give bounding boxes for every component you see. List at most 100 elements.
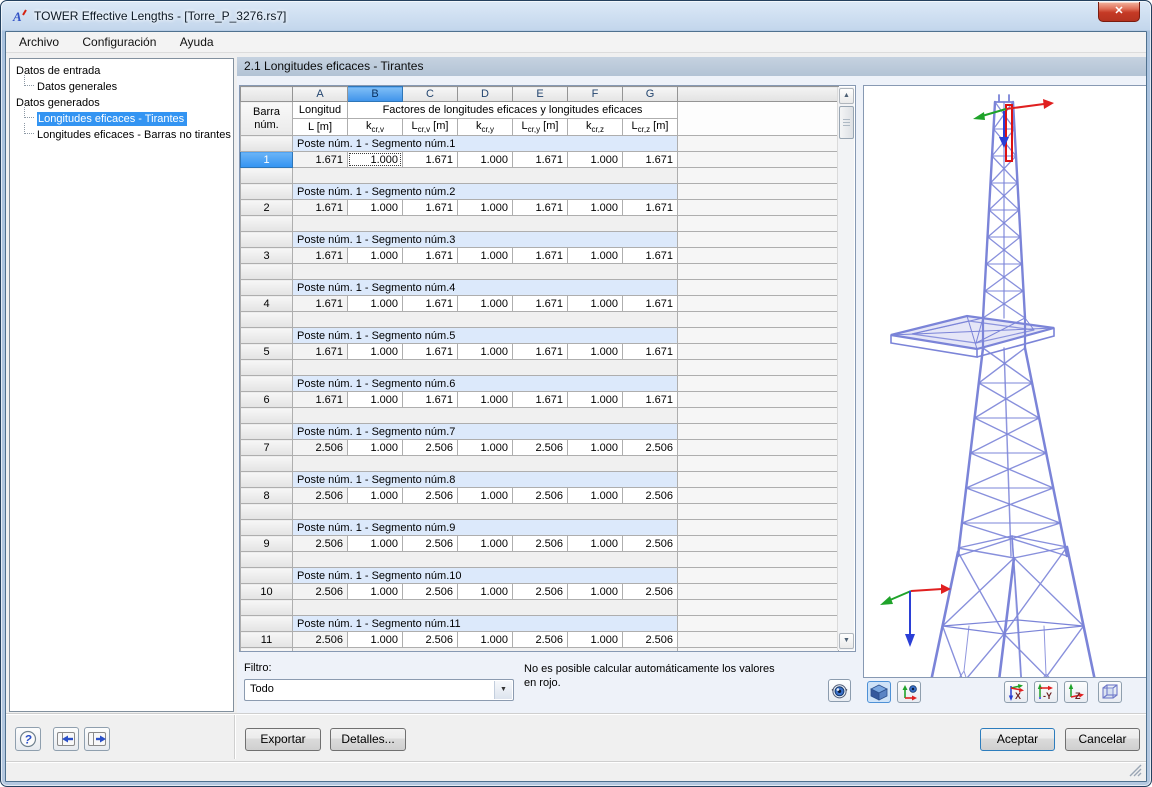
row-number[interactable]: 5 — [241, 344, 293, 360]
cell-Lcrz[interactable]: 1.671 — [623, 152, 678, 168]
dropdown-arrow-icon[interactable]: ▼ — [494, 681, 512, 699]
cell-kcrv[interactable]: 1.000 — [348, 344, 403, 360]
cell-Lcry[interactable]: 1.671 — [513, 200, 568, 216]
axes-display-button[interactable] — [897, 681, 921, 703]
previous-dialog-button[interactable] — [53, 727, 79, 751]
title-bar[interactable]: A TOWER Effective Lengths - [Torre_P_327… — [1, 1, 1151, 31]
cell-Lcry[interactable]: 2.506 — [513, 632, 568, 648]
cell-Lcrv[interactable]: 1.671 — [403, 344, 458, 360]
view-minus-y-button[interactable]: -Y — [1034, 681, 1058, 703]
cell-kcrz[interactable]: 1.000 — [568, 392, 623, 408]
column-letter-header[interactable]: F — [568, 87, 623, 102]
scroll-down-button[interactable]: ▼ — [839, 633, 854, 649]
cell-Lcrv[interactable]: 2.506 — [403, 632, 458, 648]
column-letter-header[interactable]: D — [458, 87, 513, 102]
row-number[interactable]: 10 — [241, 584, 293, 600]
cell-Lcrv[interactable]: 1.671 — [403, 392, 458, 408]
cell-kcrz[interactable]: 1.000 — [568, 152, 623, 168]
help-button[interactable]: ? — [15, 727, 41, 751]
row-header-cell[interactable] — [241, 616, 293, 632]
cell-Lcry[interactable]: 1.671 — [513, 392, 568, 408]
cell-Lcrz[interactable]: 2.506 — [623, 632, 678, 648]
cell-kcrz[interactable]: 1.000 — [568, 344, 623, 360]
view-colors-button[interactable] — [828, 679, 851, 702]
cell-Lcry[interactable]: 2.506 — [513, 488, 568, 504]
cell-kcrz[interactable]: 1.000 — [568, 296, 623, 312]
cell-Lcry[interactable]: 1.671 — [513, 152, 568, 168]
details-button[interactable]: Detalles... — [330, 728, 406, 751]
export-button[interactable]: Exportar — [245, 728, 321, 751]
cell-kcrz[interactable]: 1.000 — [568, 632, 623, 648]
cell-Lcrz[interactable]: 1.671 — [623, 392, 678, 408]
cell-kcrz[interactable]: 1.000 — [568, 536, 623, 552]
cell-kcrv[interactable]: 1.000 — [348, 248, 403, 264]
row-header-cell[interactable] — [241, 136, 293, 152]
cell-kcrz[interactable]: 1.000 — [568, 200, 623, 216]
cell-kcrv[interactable]: 1.000 — [348, 536, 403, 552]
view-z-button[interactable]: Z — [1064, 681, 1088, 703]
cell-Lcrv[interactable]: 1.671 — [403, 200, 458, 216]
cell-kcrz[interactable]: 1.000 — [568, 248, 623, 264]
close-button[interactable]: ✕ — [1098, 2, 1140, 22]
cell-kcrz[interactable]: 1.000 — [568, 488, 623, 504]
row-number[interactable]: 8 — [241, 488, 293, 504]
3d-model-view[interactable] — [863, 85, 1147, 678]
cell-kcry[interactable]: 1.000 — [458, 344, 513, 360]
cell-kcrz[interactable]: 1.000 — [568, 440, 623, 456]
row-header-cell[interactable] — [241, 568, 293, 584]
cell-Lcry[interactable]: 1.671 — [513, 296, 568, 312]
cell-kcry[interactable]: 1.000 — [458, 392, 513, 408]
bounding-box-button[interactable] — [1098, 681, 1122, 703]
cell-kcrv[interactable]: 1.000 — [348, 440, 403, 456]
filter-dropdown[interactable]: Todo ▼ — [244, 679, 514, 701]
menu-item[interactable]: Ayuda — [170, 32, 224, 53]
cell-kcry[interactable]: 1.000 — [458, 296, 513, 312]
view-x-button[interactable]: X — [1004, 681, 1028, 703]
column-letter-header[interactable]: C — [403, 87, 458, 102]
isometric-view-button[interactable] — [867, 681, 891, 703]
cell-Lcry[interactable]: 1.671 — [513, 344, 568, 360]
cell-kcrv[interactable]: 1.000 — [348, 152, 403, 168]
row-number[interactable]: 2 — [241, 200, 293, 216]
cell-kcry[interactable]: 1.000 — [458, 488, 513, 504]
cell-Lcrz[interactable]: 1.671 — [623, 344, 678, 360]
cell-kcry[interactable]: 1.000 — [458, 632, 513, 648]
cell-kcry[interactable]: 1.000 — [458, 152, 513, 168]
cell-Lcrz[interactable]: 2.506 — [623, 536, 678, 552]
cell-Lcrz[interactable]: 2.506 — [623, 488, 678, 504]
cell-Lcrv[interactable]: 1.671 — [403, 152, 458, 168]
cell-Lcry[interactable]: 2.506 — [513, 440, 568, 456]
row-number[interactable]: 6 — [241, 392, 293, 408]
cell-kcrv[interactable]: 1.000 — [348, 200, 403, 216]
row-header-cell[interactable] — [241, 280, 293, 296]
next-dialog-button[interactable] — [84, 727, 110, 751]
row-number[interactable]: 1 — [241, 152, 293, 168]
cell-Lcrz[interactable]: 2.506 — [623, 440, 678, 456]
cell-kcrz[interactable]: 1.000 — [568, 584, 623, 600]
cell-Lcrv[interactable]: 2.506 — [403, 488, 458, 504]
tree-item[interactable]: Datos de entrada — [10, 63, 233, 79]
column-letter-header[interactable]: B — [348, 87, 403, 102]
cell-kcry[interactable]: 1.000 — [458, 248, 513, 264]
column-letter-header[interactable]: G — [623, 87, 678, 102]
row-header-cell[interactable] — [241, 328, 293, 344]
row-number[interactable]: 4 — [241, 296, 293, 312]
column-letter-header[interactable]: A — [293, 87, 348, 102]
cell-kcrv[interactable]: 1.000 — [348, 296, 403, 312]
row-number[interactable]: 3 — [241, 248, 293, 264]
cell-kcrv[interactable]: 1.000 — [348, 392, 403, 408]
vertical-scrollbar[interactable]: ▲ ▼ — [837, 87, 854, 650]
row-header-cell[interactable] — [241, 520, 293, 536]
row-header-cell[interactable] — [241, 184, 293, 200]
cell-kcry[interactable]: 1.000 — [458, 440, 513, 456]
row-header-cell[interactable] — [241, 376, 293, 392]
cell-kcry[interactable]: 1.000 — [458, 584, 513, 600]
scrollbar-thumb[interactable] — [839, 106, 854, 139]
cell-Lcrz[interactable]: 1.671 — [623, 296, 678, 312]
row-header-cell[interactable] — [241, 472, 293, 488]
cell-Lcrv[interactable]: 2.506 — [403, 584, 458, 600]
accept-button[interactable]: Aceptar — [980, 728, 1055, 751]
cell-Lcrz[interactable]: 1.671 — [623, 248, 678, 264]
row-header-cell[interactable] — [241, 232, 293, 248]
cell-Lcrz[interactable]: 2.506 — [623, 584, 678, 600]
